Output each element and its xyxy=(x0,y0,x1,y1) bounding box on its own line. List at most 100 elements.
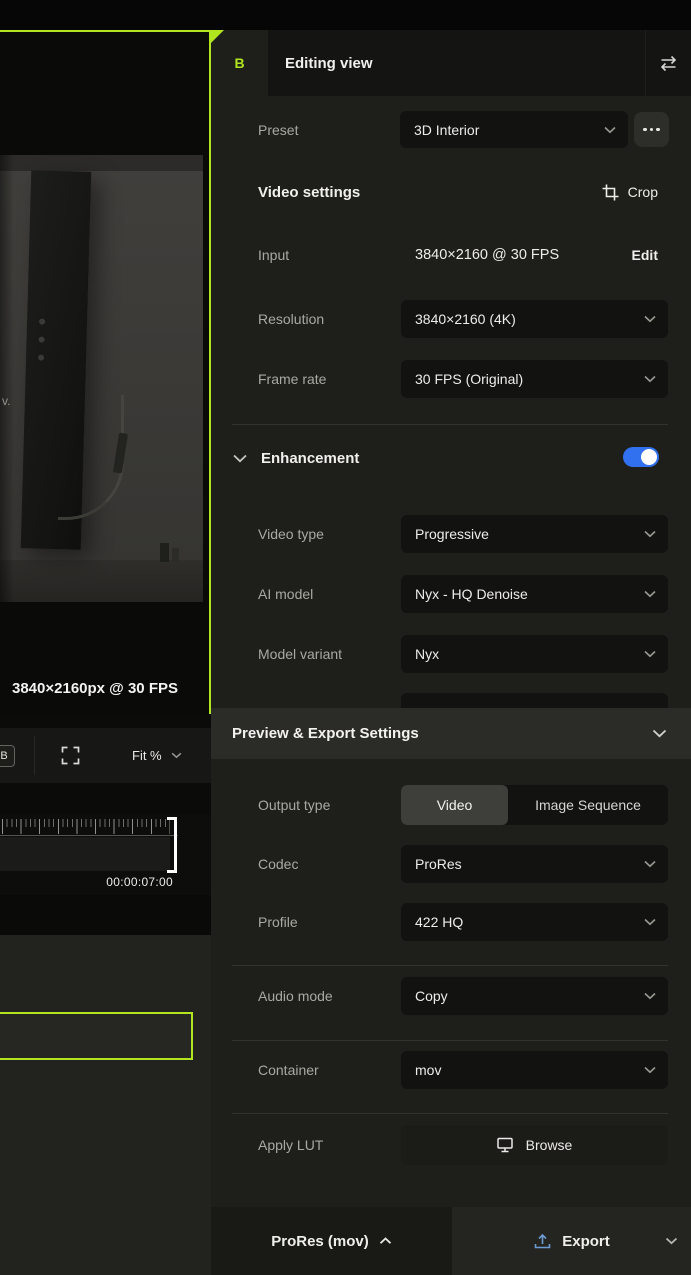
enhancement-toggle[interactable] xyxy=(623,447,659,467)
ai-model-dropdown[interactable]: Nyx - HQ Denoise xyxy=(401,575,668,613)
divider xyxy=(232,424,668,425)
frame-rate-dropdown[interactable]: 30 FPS (Original) xyxy=(401,360,668,398)
selection-rectangle[interactable] xyxy=(0,1012,193,1060)
model-variant-dropdown[interactable]: Nyx xyxy=(401,635,668,673)
chevron-down-icon xyxy=(652,708,667,759)
preset-more-button[interactable] xyxy=(634,112,669,147)
view-tab-bar: B Editing view xyxy=(211,30,691,96)
codec-dropdown[interactable]: ProRes xyxy=(401,845,668,883)
chevron-down-icon xyxy=(644,650,656,658)
chevron-down-icon xyxy=(644,375,656,383)
profile-label: Profile xyxy=(258,914,298,930)
container-value: mov xyxy=(415,1062,442,1078)
zoom-fit-control[interactable]: Fit % xyxy=(132,728,182,783)
model-variant-label: Model variant xyxy=(258,646,343,662)
timeline[interactable]: 00:00:07:00 xyxy=(0,815,211,895)
window-top-bar xyxy=(0,0,691,30)
tab-b[interactable]: B xyxy=(211,30,268,96)
preview-toolbar: B Fit % xyxy=(0,728,211,783)
preview-panel: v. 3840×2160px @ 30 FPS B Fit % 00:00:07… xyxy=(0,30,211,1275)
video-type-dropdown[interactable]: Progressive xyxy=(401,515,668,553)
chevron-down-icon xyxy=(644,530,656,538)
divider xyxy=(232,1040,668,1041)
chevron-down-icon xyxy=(644,315,656,323)
container-label: Container xyxy=(258,1062,319,1078)
timeline-footer-area xyxy=(0,895,211,935)
export-icon xyxy=(534,1233,551,1248)
app-window: v. 3840×2160px @ 30 FPS B Fit % 00:00:07… xyxy=(0,0,691,1275)
preset-dropdown[interactable]: 3D Interior xyxy=(400,111,628,148)
chevron-down-icon xyxy=(644,860,656,868)
image-floor xyxy=(0,560,203,602)
video-type-label: Video type xyxy=(258,526,324,542)
ai-model-value: Nyx - HQ Denoise xyxy=(415,586,528,602)
chevron-down-icon xyxy=(644,590,656,598)
chevron-down-icon xyxy=(644,918,656,926)
crop-icon xyxy=(602,184,619,200)
image-bottle xyxy=(172,548,179,562)
chevron-down-icon xyxy=(665,1207,678,1275)
swap-views-button[interactable] xyxy=(645,30,691,96)
ai-model-label: AI model xyxy=(258,586,314,602)
export-label: Export xyxy=(562,1232,610,1250)
preset-value: 3D Interior xyxy=(414,121,480,138)
input-label: Input xyxy=(258,247,290,263)
container-dropdown[interactable]: mov xyxy=(401,1051,668,1089)
fit-label: Fit % xyxy=(132,748,162,763)
preview-export-settings-bar[interactable]: Preview & Export Settings xyxy=(211,708,691,759)
crop-button[interactable]: Crop xyxy=(602,172,658,212)
audio-mode-label: Audio mode xyxy=(258,988,333,1004)
enhancement-title: Enhancement xyxy=(261,449,360,467)
input-value: 3840×2160 @ 30 FPS xyxy=(415,247,560,263)
trim-end-handle[interactable] xyxy=(167,817,177,873)
browse-label: Browse xyxy=(525,1137,573,1153)
export-button[interactable]: Export xyxy=(452,1207,691,1275)
compare-b-button[interactable]: B xyxy=(0,745,15,767)
preset-label: Preset xyxy=(258,121,299,138)
preview-frame-image xyxy=(0,155,203,602)
timeline-clip[interactable] xyxy=(0,837,170,871)
edit-input-button[interactable]: Edit xyxy=(632,235,658,275)
chevron-up-icon xyxy=(379,1237,392,1245)
crop-label: Crop xyxy=(627,184,658,200)
audio-mode-dropdown[interactable]: Copy xyxy=(401,977,668,1015)
apply-lut-label: Apply LUT xyxy=(258,1137,324,1153)
resolution-dropdown[interactable]: 3840×2160 (4K) xyxy=(401,300,668,338)
overlay-text-fragment: v. xyxy=(2,394,11,408)
enhancement-collapse-chevron[interactable] xyxy=(233,444,247,472)
video-type-value: Progressive xyxy=(415,526,489,542)
video-settings-title: Video settings xyxy=(258,183,361,201)
chevron-down-icon xyxy=(604,126,616,134)
chevron-down-icon xyxy=(644,1066,656,1074)
fullscreen-button[interactable] xyxy=(54,728,86,783)
browse-lut-button[interactable]: Browse xyxy=(401,1125,668,1165)
preview-resolution-label: 3840×2160px @ 30 FPS xyxy=(12,680,178,697)
image-ceiling xyxy=(0,155,203,171)
chevron-down-icon xyxy=(171,752,182,759)
timeline-major-ticks xyxy=(2,819,170,834)
output-type-label: Output type xyxy=(258,797,331,813)
divider xyxy=(232,1113,668,1114)
output-type-image-sequence-option[interactable]: Image Sequence xyxy=(508,785,668,825)
profile-dropdown[interactable]: 422 HQ xyxy=(401,903,668,941)
clipped-dropdown[interactable] xyxy=(401,693,668,708)
profile-value: 422 HQ xyxy=(415,914,464,930)
lut-monitor-icon xyxy=(496,1137,513,1153)
codec-value: ProRes xyxy=(415,856,462,872)
divider xyxy=(232,965,668,966)
editing-view-title: Editing view xyxy=(285,54,373,72)
output-type-segmented-control: Video Image Sequence xyxy=(401,785,668,825)
resolution-value: 3840×2160 (4K) xyxy=(415,311,516,327)
export-summary-button[interactable]: ProRes (mov) xyxy=(211,1207,452,1275)
toolbar-divider xyxy=(34,736,35,775)
video-preview[interactable]: v. 3840×2160px @ 30 FPS xyxy=(0,30,211,714)
frame-rate-value: 30 FPS (Original) xyxy=(415,371,524,387)
chevron-down-icon xyxy=(644,992,656,1000)
image-shadow xyxy=(0,155,14,602)
model-variant-value: Nyx xyxy=(415,646,440,662)
audio-mode-value: Copy xyxy=(415,988,448,1004)
resolution-label: Resolution xyxy=(258,311,325,327)
timecode-label: 00:00:07:00 xyxy=(106,875,173,889)
image-bottle xyxy=(160,543,169,562)
output-type-video-option[interactable]: Video xyxy=(401,785,508,825)
